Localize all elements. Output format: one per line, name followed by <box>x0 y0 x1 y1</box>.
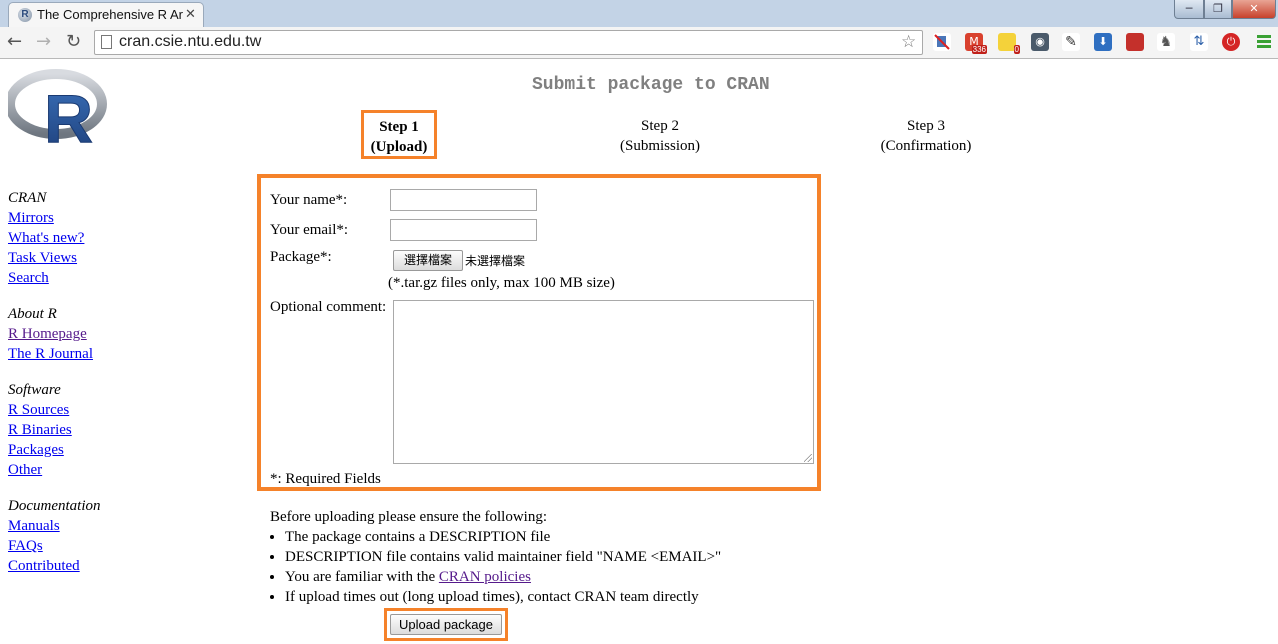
page-title: Submit package to CRAN <box>532 75 770 95</box>
elephant-icon[interactable]: ♞ <box>1157 33 1175 51</box>
pin-icon[interactable]: ✎ <box>1062 33 1080 51</box>
gmail-icon[interactable]: M 336 <box>965 33 987 54</box>
step-1-upload: Step 1 (Upload) <box>361 110 437 159</box>
camera-icon[interactable]: ◉ <box>1031 33 1049 51</box>
tab-title: The Comprehensive R Ar <box>37 7 183 22</box>
file-hint: (*.tar.gz files only, max 100 MB size) <box>388 275 615 291</box>
sidebar-heading: About R <box>8 306 57 322</box>
sidebar-link-r-journal[interactable]: The R Journal <box>8 344 100 364</box>
page-icon <box>101 35 112 49</box>
browser-tab[interactable]: R The Comprehensive R Ar ✕ <box>8 2 204 27</box>
list-item: DESCRIPTION file contains valid maintain… <box>285 547 721 567</box>
arrows-icon[interactable]: ⇅ <box>1190 33 1208 51</box>
notes-count-badge: 0 <box>1013 45 1020 54</box>
step-title: Step 1 <box>379 119 419 135</box>
comment-textarea[interactable] <box>393 300 814 464</box>
step-subtitle: (Submission) <box>619 138 700 154</box>
sidebar-link-r-binaries[interactable]: R Binaries <box>8 420 100 440</box>
step-title: Step 3 <box>907 118 945 134</box>
email-input[interactable] <box>390 219 537 241</box>
name-label: Your name*: <box>270 192 348 208</box>
step-3-confirmation: Step 3 (Confirmation) <box>866 116 986 156</box>
list-item: If upload times out (long upload times),… <box>285 587 721 607</box>
sidebar-link-mirrors[interactable]: Mirrors <box>8 208 100 228</box>
sidebar-group-documentation: Documentation Manuals FAQs Contributed <box>8 496 100 576</box>
upload-instructions: Before uploading please ensure the follo… <box>270 507 721 607</box>
instruction-text: The package contains a DESCRIPTION file <box>285 529 551 545</box>
instruction-text: You are familiar with the <box>285 569 439 585</box>
r-logo[interactable]: R <box>5 68 108 158</box>
cran-policies-link[interactable]: CRAN policies <box>439 569 531 585</box>
address-bar[interactable]: cran.csie.ntu.edu.tw ☆ <box>94 30 923 55</box>
instructions-list: The package contains a DESCRIPTION file … <box>270 527 721 607</box>
sidebar-link-packages[interactable]: Packages <box>8 440 100 460</box>
step-title: Step 2 <box>641 118 679 134</box>
sidebar-link-task-views[interactable]: Task Views <box>8 248 100 268</box>
chrome-menu-icon[interactable] <box>1257 35 1271 50</box>
forward-arrow-icon[interactable]: → <box>36 31 51 52</box>
sticky-notes-icon[interactable]: 0 <box>998 33 1020 54</box>
r-favicon-icon: R <box>18 8 32 22</box>
upload-form: Your name*: Your email*: Package*: 選擇檔案 … <box>257 174 821 491</box>
url-text[interactable]: cran.csie.ntu.edu.tw <box>119 33 261 51</box>
gmail-unread-badge: 336 <box>971 45 987 54</box>
resize-grip-icon[interactable] <box>804 454 812 462</box>
sidebar-link-search[interactable]: Search <box>8 268 100 288</box>
upload-package-button[interactable]: Upload package <box>390 614 502 635</box>
file-status: 未選擇檔案 <box>465 254 526 268</box>
sidebar-link-whats-new[interactable]: What's new? <box>8 228 100 248</box>
step-subtitle: (Confirmation) <box>880 138 972 154</box>
sidebar-link-manuals[interactable]: Manuals <box>8 516 100 536</box>
window-close-button[interactable]: ✕ <box>1232 0 1276 19</box>
upload-button-highlight: Upload package <box>384 608 508 641</box>
browser-toolbar: ← → ↻ cran.csie.ntu.edu.tw ☆ M 336 0 ◉ ✎ … <box>0 27 1278 59</box>
power-icon[interactable]: ⏻ <box>1222 33 1240 51</box>
required-fields-note: *: Required Fields <box>270 471 381 487</box>
sidebar-group-cran: CRAN Mirrors What's new? Task Views Sear… <box>8 188 100 288</box>
tab-close-icon[interactable]: ✕ <box>185 6 196 22</box>
browser-titlebar: R The Comprehensive R Ar ✕ ─ ❐ ✕ <box>0 0 1278 27</box>
sidebar-link-r-homepage[interactable]: R Homepage <box>8 324 100 344</box>
sidebar-group-software: Software R Sources R Binaries Packages O… <box>8 380 100 480</box>
list-item: You are familiar with the CRAN policies <box>285 567 721 587</box>
package-label: Package*: <box>270 249 332 265</box>
bookmark-icon[interactable] <box>1126 33 1144 51</box>
tracker-block-icon[interactable] <box>933 33 951 51</box>
step-2-submission: Step 2 (Submission) <box>610 116 710 156</box>
sidebar-nav: CRAN Mirrors What's new? Task Views Sear… <box>8 188 100 592</box>
bookmark-star-icon[interactable]: ☆ <box>901 32 916 52</box>
sidebar-link-contributed[interactable]: Contributed <box>8 556 100 576</box>
instructions-intro: Before uploading please ensure the follo… <box>270 509 548 525</box>
sidebar-heading: Software <box>8 382 61 398</box>
email-label: Your email*: <box>270 222 349 238</box>
download-icon[interactable]: ⬇ <box>1094 33 1112 51</box>
svg-text:R: R <box>44 81 93 146</box>
step-subtitle: (Upload) <box>370 139 428 155</box>
list-item: The package contains a DESCRIPTION file <box>285 527 721 547</box>
instruction-text: DESCRIPTION file contains valid maintain… <box>285 549 722 565</box>
window-maximize-button[interactable]: ❐ <box>1204 0 1232 19</box>
choose-file-button[interactable]: 選擇檔案 <box>393 250 463 271</box>
sidebar-link-other[interactable]: Other <box>8 460 100 480</box>
sidebar-heading: Documentation <box>8 498 101 514</box>
reload-icon[interactable]: ↻ <box>66 31 81 52</box>
sidebar-group-about-r: About R R Homepage The R Journal <box>8 304 100 364</box>
back-arrow-icon[interactable]: ← <box>7 31 22 52</box>
window-minimize-button[interactable]: ─ <box>1174 0 1204 19</box>
sidebar-heading: CRAN <box>8 190 47 206</box>
name-input[interactable] <box>390 189 537 211</box>
sidebar-link-faqs[interactable]: FAQs <box>8 536 100 556</box>
instruction-text: If upload times out (long upload times),… <box>285 589 699 605</box>
sidebar-link-r-sources[interactable]: R Sources <box>8 400 100 420</box>
comment-label: Optional comment: <box>270 299 387 315</box>
